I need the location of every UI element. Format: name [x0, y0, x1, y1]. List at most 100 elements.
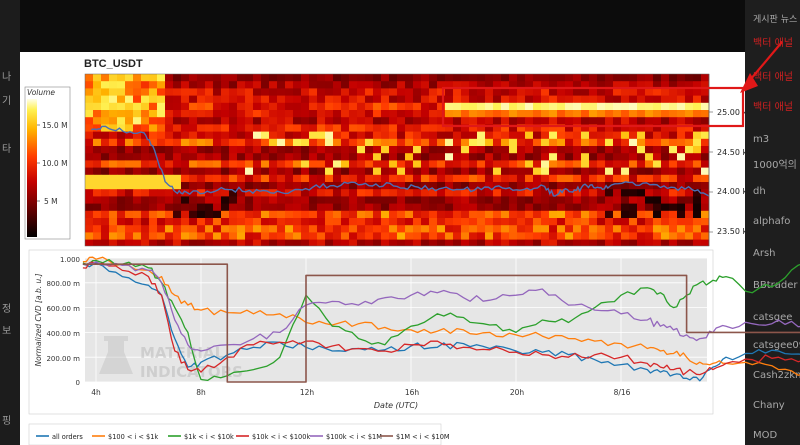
heatmap-cell — [469, 167, 478, 176]
heatmap-cell — [197, 196, 206, 204]
heatmap-cell — [181, 232, 190, 240]
heatmap-cell — [325, 203, 334, 212]
heatmap-cell — [453, 88, 462, 96]
heatmap-cell — [285, 117, 294, 125]
heatmap-cell — [293, 225, 302, 233]
heatmap-cell — [285, 124, 294, 132]
heatmap-cell — [181, 174, 190, 183]
heatmap-cell — [653, 110, 662, 118]
heatmap-cell — [269, 232, 278, 240]
heatmap-cell — [189, 225, 198, 233]
heatmap-cell — [437, 160, 446, 168]
heatmap-cell — [229, 88, 238, 96]
heatmap-cell — [645, 225, 654, 233]
heatmap-cell — [493, 146, 502, 154]
heatmap-cell — [653, 160, 662, 168]
heatmap-cell — [629, 74, 638, 82]
heatmap-cell — [157, 225, 166, 233]
heatmap-cell — [133, 102, 142, 111]
legend-label: $1k < i < $10k — [184, 433, 234, 441]
heatmap-cell — [157, 189, 166, 197]
heatmap-cell — [517, 167, 526, 176]
heatmap-cell — [357, 189, 366, 197]
heatmap-cell — [85, 88, 94, 96]
heatmap-cell — [277, 210, 286, 219]
heatmap-cell — [85, 232, 94, 240]
heatmap-cell — [205, 174, 214, 183]
heatmap-cell — [333, 153, 342, 161]
heatmap-cell — [325, 131, 334, 140]
heatmap-cell — [237, 174, 246, 183]
heatmap-cell — [533, 218, 542, 226]
heatmap-cell — [317, 153, 326, 161]
heatmap-cell — [517, 88, 526, 96]
heatmap-cell — [549, 153, 558, 161]
heatmap-cell — [213, 88, 222, 96]
heatmap-cell — [629, 232, 638, 240]
heatmap-cell — [237, 117, 246, 125]
cvd-y-tick-label: 800.00 m — [46, 280, 80, 288]
heatmap-cell — [357, 138, 366, 147]
colorbar-tick-label: 15.0 M — [42, 121, 68, 130]
heatmap-cells — [85, 74, 709, 246]
heatmap-cell — [541, 117, 550, 125]
heatmap-cell — [485, 225, 494, 233]
heatmap-cell — [629, 153, 638, 161]
heatmap-cell — [165, 210, 174, 219]
heatmap-cell — [333, 95, 342, 104]
heatmap-cell — [317, 189, 326, 197]
heatmap-cell — [173, 167, 182, 176]
cvd-y-tick-label: 200.00 m — [46, 355, 80, 363]
heatmap-cell — [325, 74, 334, 82]
cvd-y-tick-label: 1.000 — [60, 256, 80, 264]
heatmap-cell — [565, 146, 574, 154]
heatmap-cell — [373, 102, 382, 111]
heatmap-cell — [429, 153, 438, 161]
heatmap-cell — [405, 210, 414, 219]
heatmap-cell — [141, 124, 150, 132]
heatmap-cell — [229, 146, 238, 154]
heatmap-cell — [685, 88, 694, 96]
heatmap-cell — [549, 138, 558, 147]
heatmap-cell — [693, 131, 702, 140]
heatmap-cell — [237, 146, 246, 154]
heatmap-cell — [469, 74, 478, 82]
heatmap-cell — [205, 95, 214, 104]
heatmap-cell — [293, 218, 302, 226]
heatmap-cell — [197, 225, 206, 233]
heatmap-cell — [597, 102, 606, 111]
heatmap-cell — [117, 225, 126, 233]
heatmap-cell — [189, 160, 198, 168]
heatmap-cell — [277, 203, 286, 212]
heatmap-cell — [317, 203, 326, 212]
heatmap-cell — [597, 218, 606, 226]
heatmap-cell — [333, 174, 342, 183]
heatmap-cell — [317, 131, 326, 140]
heatmap-cell — [333, 232, 342, 240]
heatmap-cell — [565, 218, 574, 226]
heatmap-cell — [285, 210, 294, 219]
heatmap-cell — [605, 203, 614, 212]
heatmap-cell — [421, 196, 430, 204]
heatmap-cell — [357, 117, 366, 125]
heatmap-cell — [349, 88, 358, 96]
heatmap-cell — [261, 81, 270, 89]
heatmap-cell — [341, 167, 350, 176]
heatmap-cell — [109, 153, 118, 161]
heatmap-cell — [269, 182, 278, 190]
heatmap-cell — [349, 81, 358, 89]
heatmap-cell — [261, 131, 270, 140]
heatmap-cell — [205, 117, 214, 125]
heatmap-cell — [461, 203, 470, 212]
heatmap-cell — [101, 102, 110, 111]
heatmap-cell — [589, 88, 598, 96]
heatmap-cell — [93, 131, 102, 140]
heatmap-cell — [173, 160, 182, 168]
heatmap-cell — [677, 146, 686, 154]
heatmap-cell — [701, 110, 709, 118]
heatmap-cell — [93, 146, 102, 154]
heatmap-cell — [149, 117, 158, 125]
heatmap-cell — [205, 138, 214, 147]
heatmap-cell — [149, 131, 158, 140]
heatmap-cell — [205, 160, 214, 168]
